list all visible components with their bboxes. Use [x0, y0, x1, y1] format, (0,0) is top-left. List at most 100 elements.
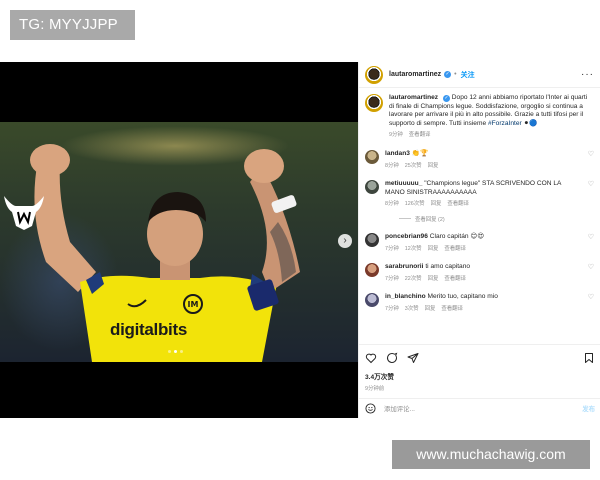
view-replies-link[interactable]: 查看回复 (2): [399, 215, 594, 223]
comment-likes[interactable]: 22次赞: [405, 275, 422, 284]
post-photo: IM digitalbits: [0, 122, 358, 362]
page: TG: MYYJJPP IM digitalbits › lautaromart…: [0, 0, 600, 480]
comment-likes[interactable]: 12次赞: [405, 245, 422, 254]
comment-item: in_blanchino Merito tuo, capitano mio 7分…: [365, 293, 594, 313]
comment-item: poncebrian96 Claro capitán 😊😍 7分钟 12次赞 回…: [365, 232, 594, 253]
comment-reply-link[interactable]: 回复: [428, 245, 439, 254]
tg-watermark: TG: MYYJJPP: [10, 10, 135, 40]
comment-body: metiuuuuu_ "Champions legue" STA SCRIVEN…: [385, 180, 582, 209]
share-send-icon[interactable]: [407, 352, 419, 364]
comment-meta: 8分钟 126次赞 回复 查看翻译: [385, 200, 582, 209]
comment-username[interactable]: poncebrian96: [385, 233, 428, 240]
comment-like-heart-icon[interactable]: ♡: [588, 181, 594, 190]
separator-dot: •: [454, 71, 457, 78]
comment-translate-link[interactable]: 查看翻译: [441, 305, 463, 314]
comment-item: sarabrunorii ti amo capitano 7分钟 22次赞 回复…: [365, 263, 594, 283]
comment-avatar[interactable]: [365, 263, 379, 278]
more-options-icon[interactable]: ···: [581, 69, 594, 80]
comments-list[interactable]: lautaromartinez ✓ Dopo 12 anni abbiamo r…: [359, 88, 600, 344]
comment-likes[interactable]: 25次赞: [405, 162, 422, 171]
post-actions: 3.4万次赞 9分钟前: [359, 344, 600, 392]
carousel-dots: [168, 350, 183, 353]
comment-username[interactable]: sarabrunorii: [385, 263, 423, 270]
comment-translate-link[interactable]: 查看翻译: [444, 275, 466, 284]
comment-reply-link[interactable]: 回复: [431, 200, 442, 209]
comment-composer: 添加评论... 发布: [359, 398, 600, 418]
caption-avatar[interactable]: [365, 94, 383, 112]
comment-text: 👏🏆: [411, 149, 429, 157]
carousel-dot-active[interactable]: [174, 350, 177, 353]
comment-avatar[interactable]: [365, 180, 379, 195]
comment-meta: 8分钟 25次赞 回复: [385, 162, 438, 171]
follow-button[interactable]: 关注: [461, 70, 475, 80]
comment-reply-link[interactable]: 回复: [428, 162, 439, 171]
comment-time: 8分钟: [385, 201, 399, 208]
bull-logo-icon: [4, 196, 44, 230]
svg-text:IM: IM: [188, 300, 199, 309]
comment-username[interactable]: in_blanchino: [385, 293, 426, 300]
action-icons: [365, 351, 595, 365]
comment-input[interactable]: 添加评论...: [384, 404, 582, 413]
caption-body: lautaromartinez ✓ Dopo 12 anni abbiamo r…: [389, 94, 594, 140]
comment-username[interactable]: landan3: [385, 150, 410, 157]
comment-body: poncebrian96 Claro capitán 😊😍 7分钟 12次赞 回…: [385, 233, 484, 253]
comment-likes[interactable]: 126次赞: [405, 200, 425, 209]
comment-like-heart-icon[interactable]: ♡: [588, 264, 594, 273]
comment-meta: 7分钟 22次赞 回复 查看翻译: [385, 275, 470, 284]
comment-text: ti amo capitano: [425, 263, 471, 271]
carousel-dot[interactable]: [168, 350, 171, 353]
post-time-ago: 9分钟前: [365, 386, 385, 392]
emoji-smile-icon[interactable]: [365, 403, 376, 414]
post-caption: lautaromartinez ✓ Dopo 12 anni abbiamo r…: [365, 94, 594, 140]
caption-hashtag[interactable]: #ForzaInter: [488, 120, 522, 127]
comment-text: Claro capitán 😊😍: [429, 232, 485, 240]
caption-meta: 9分钟 查看翻译: [389, 131, 594, 140]
comment-item: metiuuuuu_ "Champions legue" STA SCRIVEN…: [365, 180, 594, 209]
comment-bubble-icon[interactable]: [386, 352, 398, 364]
comment-body: in_blanchino Merito tuo, capitano mio 7分…: [385, 293, 498, 313]
comment-reply-link[interactable]: 回复: [425, 305, 436, 314]
comment-like-heart-icon[interactable]: ♡: [588, 294, 594, 303]
like-count[interactable]: 3.4万次赞: [365, 371, 595, 381]
caption-username[interactable]: lautaromartinez: [389, 94, 438, 101]
comment-time: 7分钟: [385, 275, 399, 282]
caption-time: 9分钟: [389, 132, 403, 139]
comment-item: landan3 👏🏆 8分钟 25次赞 回复 ♡: [365, 149, 594, 170]
comment-time: 7分钟: [385, 245, 399, 252]
comment-like-heart-icon[interactable]: ♡: [588, 151, 594, 160]
comment-time: 7分钟: [385, 305, 399, 312]
jersey-sponsor: digitalbits: [110, 320, 187, 339]
comment-like-heart-icon[interactable]: ♡: [588, 234, 594, 243]
comment-body: landan3 👏🏆 8分钟 25次赞 回复: [385, 150, 438, 170]
comment-body: sarabrunorii ti amo capitano 7分钟 22次赞 回复…: [385, 263, 470, 283]
caption-emoji: ⚫🔵: [523, 119, 538, 127]
comment-meta: 7分钟 3次赞 回复 查看翻译: [385, 305, 498, 314]
comment-likes[interactable]: 3次赞: [405, 305, 419, 314]
verified-badge-icon: ✓: [444, 71, 452, 78]
instagram-post: IM digitalbits › lautaromartinez ✓ • 关注 …: [0, 62, 600, 418]
comment-username[interactable]: metiuuuuu_: [385, 180, 422, 187]
caption-translate-link[interactable]: 查看翻译: [409, 131, 431, 140]
verified-badge-icon: ✓: [442, 95, 450, 102]
view-replies-text[interactable]: 查看回复 (2): [415, 215, 445, 223]
comment-avatar[interactable]: [365, 149, 379, 164]
comment-translate-link[interactable]: 查看翻译: [444, 245, 466, 254]
comment-time: 8分钟: [385, 162, 399, 169]
like-heart-icon[interactable]: [365, 352, 377, 364]
site-watermark: www.muchachawig.com: [392, 440, 590, 469]
comment-meta: 7分钟 12次赞 回复 查看翻译: [385, 245, 484, 254]
post-sidebar: lautaromartinez ✓ • 关注 ··· lautaromartin…: [358, 62, 600, 418]
comment-avatar[interactable]: [365, 232, 379, 247]
author-avatar[interactable]: [365, 65, 383, 84]
comment-avatar[interactable]: [365, 293, 379, 308]
replies-line: [399, 218, 411, 220]
post-comment-button[interactable]: 发布: [582, 404, 595, 413]
comment-reply-link[interactable]: 回复: [428, 275, 439, 284]
next-image-button[interactable]: ›: [338, 234, 352, 248]
post-header: lautaromartinez ✓ • 关注 ···: [359, 62, 600, 88]
post-media[interactable]: IM digitalbits ›: [0, 62, 358, 418]
carousel-dot[interactable]: [180, 350, 183, 353]
comment-translate-link[interactable]: 查看翻译: [447, 200, 469, 209]
bookmark-save-icon[interactable]: [583, 352, 595, 364]
author-username[interactable]: lautaromartinez: [389, 71, 441, 78]
